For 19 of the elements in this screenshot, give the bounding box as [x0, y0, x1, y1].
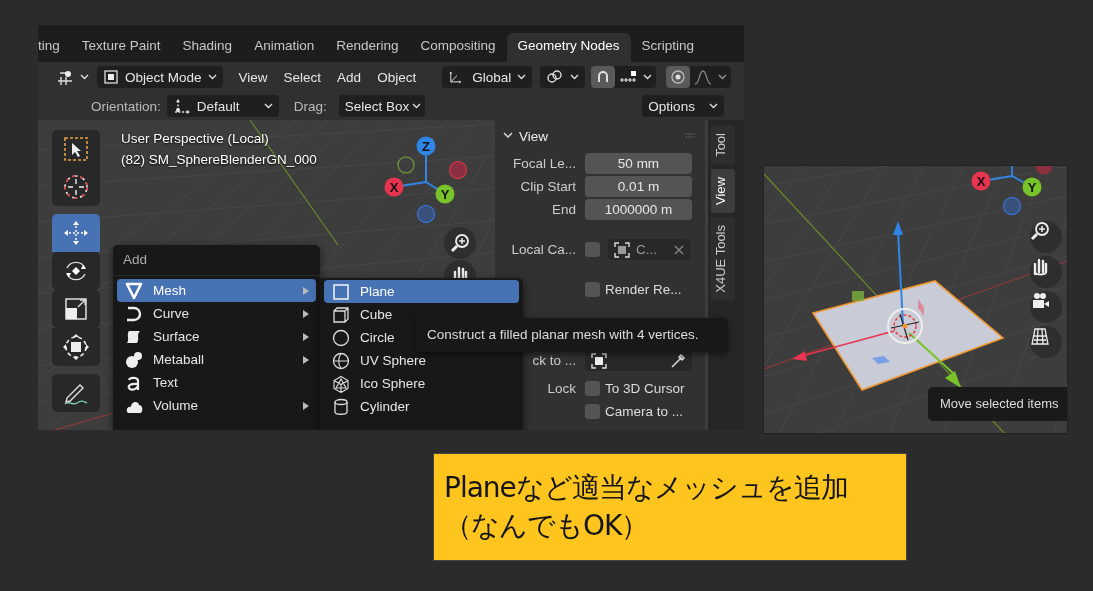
tooltip: Construct a filled planar mesh with 4 vertices.	[415, 318, 728, 352]
menu-title: Add	[113, 245, 320, 276]
tooltip: Move selected items	[928, 387, 1067, 421]
drag-label: Drag:	[293, 98, 327, 114]
checkbox-label: To 3D Cursor	[605, 381, 685, 396]
note-text: （なんでもOK）	[444, 508, 650, 544]
orientation-label: Orientation:	[91, 98, 161, 114]
checkbox-label: Render Re...	[605, 282, 682, 297]
object-name: (82) SM_SphereBlenderGN_000	[121, 152, 317, 167]
field-label: End	[550, 202, 577, 217]
field-label: Focal Le...	[511, 156, 577, 171]
panel-title: View	[519, 128, 550, 144]
note-text: Planeなど適当なメッシュを追加	[444, 470, 849, 506]
field-label: Clip Start	[519, 179, 577, 194]
checkbox-label: Camera to ...	[605, 404, 684, 419]
field-label: Lock	[546, 381, 577, 396]
view-title: User Perspective (Local)	[121, 131, 269, 146]
field-label: ck to ...	[531, 353, 577, 368]
field-label: Local Ca...	[510, 242, 577, 257]
